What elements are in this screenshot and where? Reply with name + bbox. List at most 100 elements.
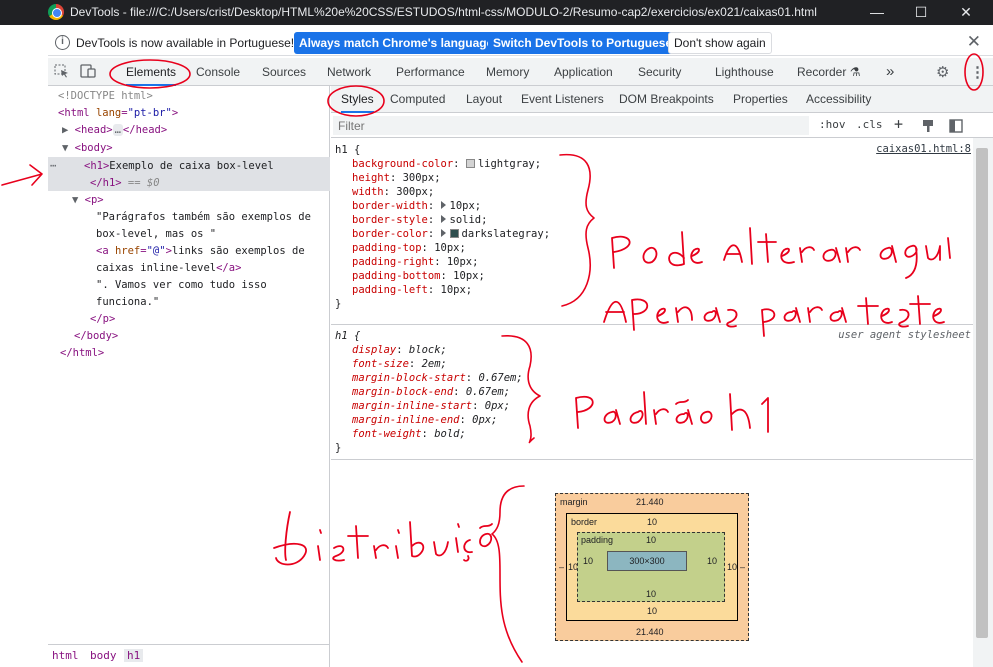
arrow-annotation bbox=[1, 164, 43, 186]
language-infobar: i DevTools is now available in Portugues… bbox=[48, 30, 993, 56]
window-title: DevTools - file:///C:/Users/crist/Deskto… bbox=[70, 5, 817, 19]
p-text-line: box-level, mas os " bbox=[96, 228, 217, 240]
css-declaration[interactable]: padding-top: 10px; bbox=[352, 241, 466, 255]
margin-top-value[interactable]: 21.440 bbox=[636, 497, 664, 507]
collapse-triangle-icon: ▼ bbox=[62, 142, 69, 154]
padding-right-value[interactable]: 10 bbox=[707, 556, 717, 566]
h1-close-node[interactable]: </h1> == $0 bbox=[90, 176, 160, 191]
maximize-button[interactable]: ☐ bbox=[899, 0, 943, 25]
margin-bottom-value[interactable]: 21.440 bbox=[636, 627, 664, 637]
padding-bottom-value[interactable]: 10 bbox=[646, 589, 656, 599]
margin-right-value[interactable]: – bbox=[740, 562, 745, 572]
toggle-sidebar-icon[interactable] bbox=[949, 119, 963, 133]
padding-left-value[interactable]: 10 bbox=[583, 556, 593, 566]
border-top-value[interactable]: 10 bbox=[647, 517, 657, 527]
css-declaration: margin-block-start: 0.67em; bbox=[352, 372, 523, 384]
a-node[interactable]: <a href="@">links são exemplos de bbox=[96, 244, 305, 259]
css-declaration[interactable]: width: 300px; bbox=[352, 185, 434, 199]
more-tabs-button[interactable]: » bbox=[886, 58, 894, 86]
padding-top-value[interactable]: 10 bbox=[646, 535, 656, 545]
settings-gear-icon[interactable]: ⚙ bbox=[936, 63, 949, 81]
switch-to-portuguese-button[interactable]: Switch DevTools to Portuguese bbox=[488, 32, 678, 54]
more-options-dots-icon[interactable]: ⋯ bbox=[50, 159, 56, 174]
subtab-styles[interactable]: Styles bbox=[341, 86, 374, 113]
rule-close-brace: } bbox=[335, 442, 342, 454]
subtab-accessibility[interactable]: Accessibility bbox=[806, 86, 871, 113]
css-declaration[interactable]: padding-right: 10px; bbox=[352, 255, 478, 269]
border-right-value[interactable]: 10 bbox=[727, 562, 737, 572]
css-declaration: font-size: 2em; bbox=[352, 358, 447, 370]
css-declaration[interactable]: height: 300px; bbox=[352, 171, 441, 185]
subtab-layout[interactable]: Layout bbox=[466, 86, 502, 113]
breadcrumb: html body h1 bbox=[48, 644, 330, 667]
close-window-button[interactable]: ✕ bbox=[944, 0, 988, 25]
box-model-padding[interactable]: padding 10 10 10 10 300×300 bbox=[577, 532, 725, 602]
css-declaration: margin-inline-start: 0px; bbox=[352, 400, 511, 412]
paint-brush-icon[interactable] bbox=[921, 119, 935, 133]
css-declaration[interactable]: border-width: 10px; bbox=[352, 199, 481, 213]
tab-network[interactable]: Network bbox=[327, 58, 371, 86]
head-node[interactable]: ▶ <head>… </head> bbox=[62, 123, 167, 138]
a-text-line: caixas inline-level</a> bbox=[96, 262, 242, 274]
tab-console[interactable]: Console bbox=[196, 58, 240, 86]
css-declaration[interactable]: border-style: solid; bbox=[352, 213, 487, 227]
html-close-node[interactable]: </html> bbox=[60, 346, 104, 361]
styles-filter-input[interactable] bbox=[333, 116, 809, 135]
tab-performance[interactable]: Performance bbox=[396, 58, 465, 86]
close-infobar-icon[interactable]: ✕ bbox=[967, 32, 981, 52]
tab-memory[interactable]: Memory bbox=[486, 58, 529, 86]
body-close-node[interactable]: </body> bbox=[74, 329, 118, 344]
expand-triangle-icon: ▶ bbox=[62, 124, 69, 136]
h1-node[interactable]: <h1>Exemplo de caixa box-level bbox=[84, 159, 274, 174]
tab-lighthouse[interactable]: Lighthouse bbox=[715, 58, 774, 86]
expand-triangle-icon bbox=[440, 229, 446, 237]
css-declaration[interactable]: padding-left: 10px; bbox=[352, 283, 472, 297]
always-match-language-button[interactable]: Always match Chrome's language bbox=[294, 32, 499, 54]
tab-sources[interactable]: Sources bbox=[262, 58, 306, 86]
device-toolbar-icon[interactable] bbox=[80, 64, 96, 78]
css-declaration: font-weight: bold; bbox=[352, 428, 466, 440]
body-node[interactable]: ▼ <body> bbox=[62, 141, 113, 156]
rule-source-link[interactable]: caixas01.html:8 bbox=[876, 143, 971, 155]
margin-left-value[interactable]: – bbox=[559, 562, 564, 572]
dont-show-again-button[interactable]: Don't show again bbox=[668, 32, 772, 54]
tab-security[interactable]: Security bbox=[638, 58, 681, 86]
author-css-rule: h1 { caixas01.html:8 background-color: l… bbox=[331, 143, 973, 323]
styles-scrollbar[interactable] bbox=[973, 138, 993, 667]
border-bottom-value[interactable]: 10 bbox=[647, 606, 657, 616]
css-declaration[interactable]: border-color: darkslategray; bbox=[352, 227, 550, 241]
expand-triangle-icon bbox=[440, 215, 446, 223]
p-node[interactable]: ▼ <p> bbox=[72, 193, 104, 208]
box-model-margin[interactable]: margin 21.440 21.440 – – border 10 10 10… bbox=[555, 493, 749, 641]
subtab-properties[interactable]: Properties bbox=[733, 86, 788, 113]
css-declaration: display: block; bbox=[352, 344, 447, 356]
new-style-rule-icon[interactable]: + bbox=[894, 115, 903, 133]
class-toggle-button[interactable]: .cls bbox=[856, 118, 883, 131]
p-close-node[interactable]: </p> bbox=[90, 312, 115, 327]
scrollbar-thumb[interactable] bbox=[976, 148, 988, 638]
flask-icon: ⚗ bbox=[849, 65, 861, 79]
tab-recorder[interactable]: Recorder ⚗ bbox=[797, 58, 860, 86]
minimize-button[interactable]: — bbox=[855, 0, 899, 25]
doctype-node[interactable]: <!DOCTYPE html> bbox=[58, 89, 153, 104]
color-swatch-icon bbox=[465, 159, 475, 168]
devtools-tabbar: Elements Console Sources Network Perform… bbox=[48, 58, 993, 86]
hover-state-button[interactable]: :hov bbox=[819, 118, 846, 131]
breadcrumb-html[interactable]: html bbox=[52, 649, 79, 662]
tab-application[interactable]: Application bbox=[554, 58, 613, 86]
html-node[interactable]: <html lang="pt-br"> bbox=[58, 106, 178, 121]
tab-elements[interactable]: Elements bbox=[126, 58, 177, 86]
breadcrumb-body[interactable]: body bbox=[90, 649, 117, 662]
margin-label: margin bbox=[560, 497, 588, 507]
css-declaration[interactable]: background-color: lightgray; bbox=[352, 157, 541, 171]
subtab-computed[interactable]: Computed bbox=[390, 86, 445, 113]
customize-menu-icon[interactable]: ⋮ bbox=[970, 63, 985, 81]
css-declaration[interactable]: padding-bottom: 10px; bbox=[352, 269, 485, 283]
inspect-element-icon[interactable] bbox=[54, 64, 70, 78]
infobar-message: DevTools is now available in Portuguese! bbox=[76, 36, 295, 50]
subtab-dom-breakpoints[interactable]: DOM Breakpoints bbox=[619, 86, 714, 113]
box-model-border[interactable]: border 10 10 10 10 padding 10 10 10 10 3… bbox=[566, 513, 738, 621]
box-model-content[interactable]: 300×300 bbox=[607, 551, 687, 571]
subtab-event-listeners[interactable]: Event Listeners bbox=[521, 86, 604, 113]
breadcrumb-h1[interactable]: h1 bbox=[124, 649, 144, 662]
